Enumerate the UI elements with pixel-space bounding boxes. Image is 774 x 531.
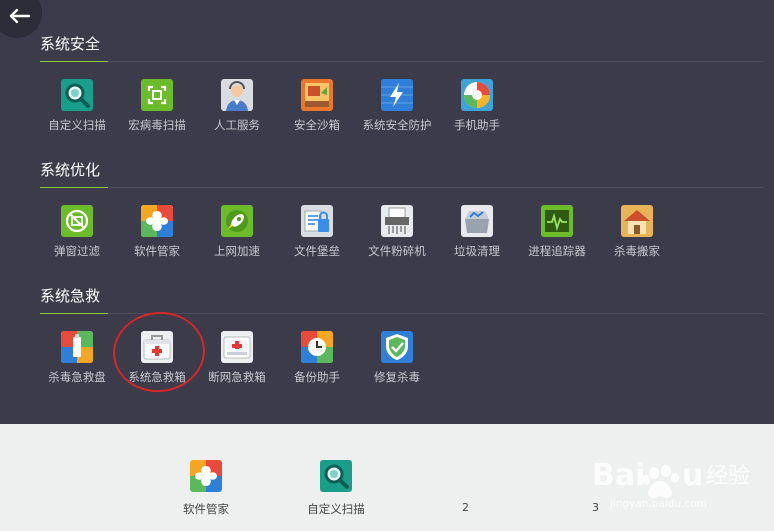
tool-label: 自定义扫描 (48, 118, 106, 132)
offline-rescue-kit-icon (221, 331, 253, 363)
tool-backup-assistant[interactable]: 备份助手 (272, 331, 362, 384)
tool-antivirus-move[interactable]: 杀毒搬家 (592, 205, 682, 258)
tool-label: 系统安全防护 (362, 118, 432, 132)
tool-label: 安全沙箱 (294, 118, 340, 132)
junk-cleanup-icon (461, 205, 493, 237)
section-divider (40, 61, 764, 62)
backup-clock-icon (301, 331, 333, 363)
tool-system-protection[interactable]: 系统安全防护 (352, 79, 442, 132)
back-button[interactable] (0, 0, 42, 38)
tool-offline-rescue[interactable]: 断网急救箱 (192, 331, 282, 384)
tool-label: 备份助手 (294, 370, 340, 384)
tool-label: 系统急救箱 (128, 370, 186, 384)
tool-repair-antivirus[interactable]: 修复杀毒 (352, 331, 442, 384)
pulse-monitor-icon (541, 205, 573, 237)
section-divider (40, 313, 764, 314)
svg-text:u: u (682, 458, 703, 493)
tool-process-tracker[interactable]: 进程追踪器 (512, 205, 602, 258)
tool-net-accelerate[interactable]: 上网加速 (192, 205, 282, 258)
file-fortress-icon (301, 205, 333, 237)
tool-label: 杀毒搬家 (614, 244, 660, 258)
tool-label: 文件粉碎机 (368, 244, 426, 258)
rocket-icon (221, 205, 253, 237)
tool-software-manager[interactable]: 软件管家 (112, 205, 202, 258)
software-manager-icon (190, 460, 222, 492)
magnifier-icon (61, 79, 93, 111)
tool-label: 手机助手 (454, 118, 500, 132)
section-title-optimize: 系统优化 (40, 161, 101, 179)
tool-manual-service[interactable]: 人工服务 (192, 79, 282, 132)
tool-label: 人工服务 (214, 118, 260, 132)
tool-panel: 系统安全 自定义扫描 宏病毒扫描 人工服务 安全沙箱 系统安全防护 手机助手 系… (0, 0, 774, 424)
footer-item-label: 自定义扫描 (307, 502, 365, 516)
magnifier-icon (320, 460, 352, 492)
tool-file-shredder[interactable]: 文件粉碎机 (352, 205, 442, 258)
tool-phone-assistant[interactable]: 手机助手 (432, 79, 522, 132)
usb-rescue-icon (61, 331, 93, 363)
footer-item-custom-scan[interactable]: 自定义扫描 (291, 460, 381, 520)
svg-text:经验: 经验 (706, 464, 750, 489)
house-move-icon (621, 205, 653, 237)
svg-text:Bai: Bai (592, 458, 645, 493)
tool-label: 文件堡垒 (294, 244, 340, 258)
first-aid-kit-icon (141, 331, 173, 363)
popup-block-icon (61, 205, 93, 237)
tool-popup-filter[interactable]: 弹窗过滤 (32, 205, 122, 258)
shredder-icon (381, 205, 413, 237)
tool-label: 软件管家 (134, 244, 180, 258)
footer-item-software-manager[interactable]: 软件管家 (161, 460, 251, 520)
tool-label: 上网加速 (214, 244, 260, 258)
scan-frame-icon (141, 79, 173, 111)
tool-label: 杀毒急救盘 (48, 370, 106, 384)
support-agent-icon (221, 79, 253, 111)
tool-macro-virus-scan[interactable]: 宏病毒扫描 (112, 79, 202, 132)
section-title-security: 系统安全 (40, 35, 101, 53)
tool-label: 垃圾清理 (454, 244, 500, 258)
arrow-left-icon (9, 8, 30, 24)
tool-label: 弹窗过滤 (54, 244, 100, 258)
baidu-jingyan-watermark-logo: Bai u 经验 (592, 458, 750, 498)
sandbox-icon (301, 79, 333, 111)
software-manager-icon (141, 205, 173, 237)
footer-slot-label: 2 (462, 501, 469, 514)
lightning-shield-icon (381, 79, 413, 111)
tool-rescue-disk[interactable]: 杀毒急救盘 (32, 331, 122, 384)
tool-custom-scan[interactable]: 自定义扫描 (32, 79, 122, 132)
tool-label: 宏病毒扫描 (128, 118, 186, 132)
tool-label: 进程追踪器 (528, 244, 586, 258)
tool-file-fortress[interactable]: 文件堡垒 (272, 205, 362, 258)
tool-sandbox[interactable]: 安全沙箱 (272, 79, 362, 132)
watermark-site-text: jingyan.baidu.com (610, 498, 707, 510)
repair-shield-icon (381, 331, 413, 363)
section-title-emergency: 系统急救 (40, 287, 101, 305)
tool-emergency-kit[interactable]: 系统急救箱 (112, 331, 202, 384)
tool-label: 修复杀毒 (374, 370, 420, 384)
footer-item-label: 软件管家 (183, 502, 229, 516)
tool-label: 断网急救箱 (208, 370, 266, 384)
tool-junk-cleanup[interactable]: 垃圾清理 (432, 205, 522, 258)
section-divider (40, 187, 764, 188)
phone-assistant-icon (461, 79, 493, 111)
